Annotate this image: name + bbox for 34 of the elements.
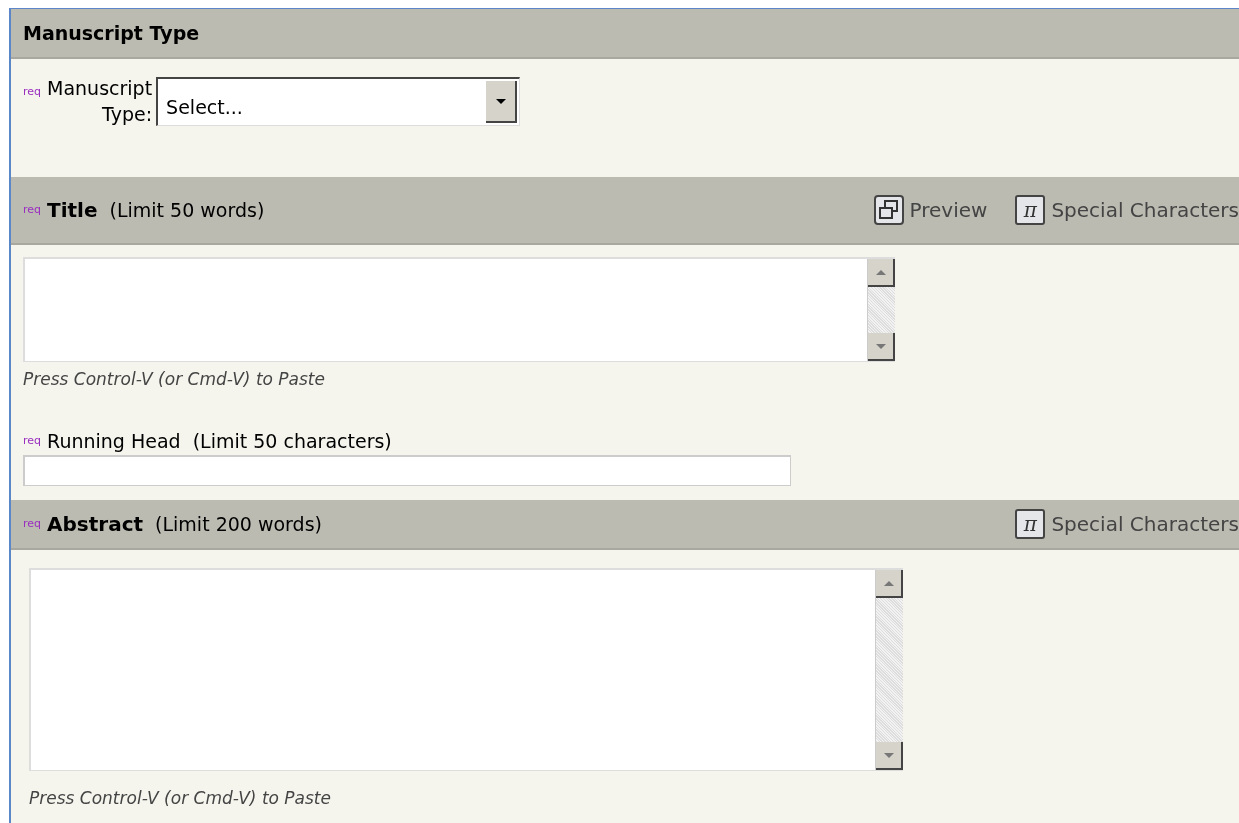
up-arrow-icon bbox=[882, 579, 895, 587]
required-marker: req bbox=[23, 515, 42, 532]
scroll-up-button[interactable] bbox=[876, 570, 903, 598]
dropdown-button[interactable] bbox=[486, 81, 518, 123]
section-title: Title bbox=[47, 197, 98, 224]
required-marker: req bbox=[23, 432, 42, 449]
scroll-down-button[interactable] bbox=[876, 742, 903, 770]
field-label: req Manuscript Type: bbox=[23, 77, 154, 125]
windows-icon bbox=[873, 195, 904, 225]
up-arrow-icon bbox=[874, 268, 887, 276]
required-marker: req bbox=[23, 201, 42, 218]
manuscript-type-select[interactable]: Select... bbox=[156, 77, 521, 126]
running-head-input[interactable] bbox=[23, 455, 791, 486]
field-label: Running Head (Limit 50 characters) bbox=[47, 428, 392, 454]
down-arrow-icon bbox=[882, 751, 895, 759]
special-characters-button[interactable]: π Special Characters bbox=[1015, 195, 1239, 225]
limit-note: (Limit 200 words) bbox=[155, 511, 322, 537]
scroll-up-button[interactable] bbox=[868, 259, 895, 287]
required-marker: req bbox=[23, 85, 42, 98]
scrollbar[interactable] bbox=[875, 570, 903, 770]
paste-hint: Press Control-V (or Cmd-V) to Paste bbox=[29, 787, 332, 810]
section-title: Manuscript Type bbox=[23, 20, 200, 46]
section-title: Abstract bbox=[47, 511, 144, 538]
select-value: Select... bbox=[165, 94, 244, 120]
caret-icon bbox=[494, 97, 507, 105]
scroll-down-button[interactable] bbox=[868, 333, 895, 361]
scrollbar[interactable] bbox=[867, 259, 895, 361]
special-characters-button[interactable]: π Special Characters bbox=[1015, 509, 1239, 539]
preview-button[interactable]: Preview bbox=[873, 195, 988, 225]
paste-hint: Press Control-V (or Cmd-V) to Paste bbox=[23, 368, 326, 391]
pi-icon: π bbox=[1015, 195, 1046, 225]
pi-icon: π bbox=[1015, 509, 1046, 539]
down-arrow-icon bbox=[874, 342, 887, 350]
limit-note: (Limit 50 words) bbox=[109, 197, 265, 223]
